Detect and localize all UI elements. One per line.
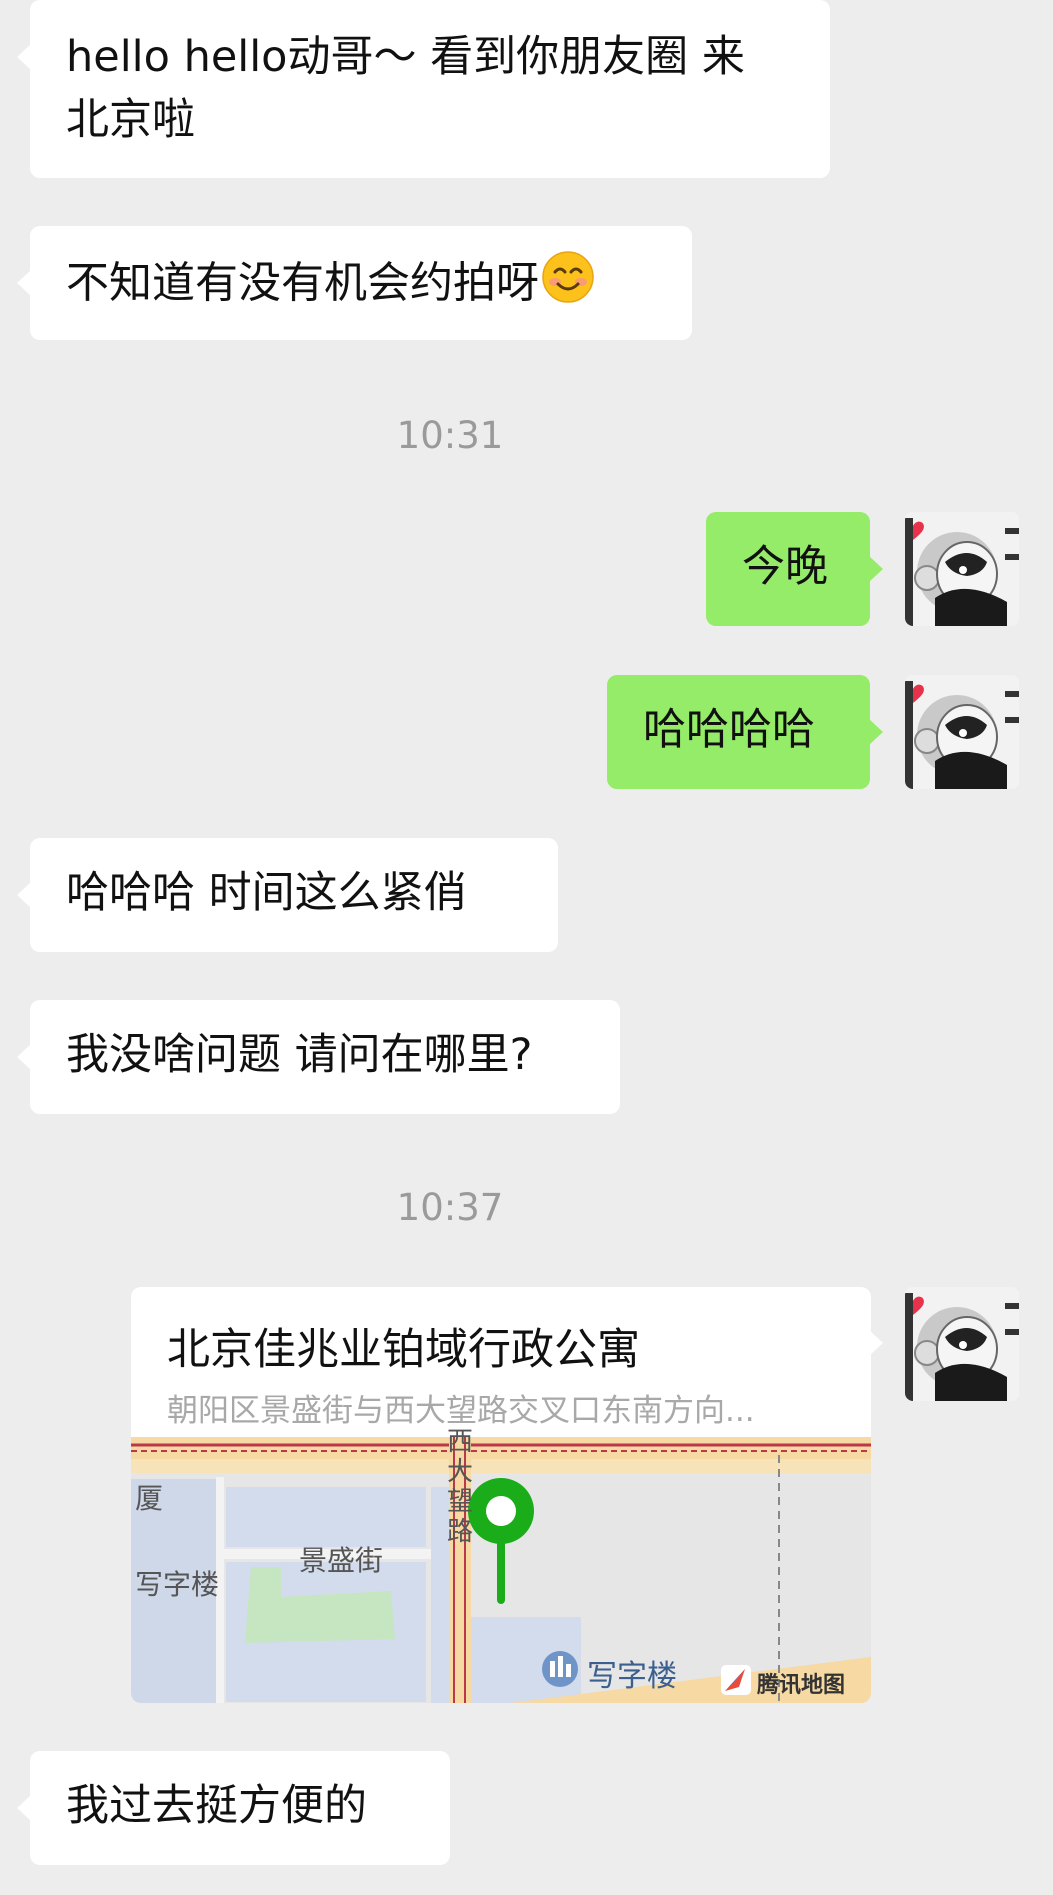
tencent-map-logo-icon bbox=[721, 1665, 751, 1695]
message-text: 哈哈哈哈 bbox=[643, 705, 815, 755]
message-text: 哈哈哈 时间这么紧俏 bbox=[66, 868, 467, 918]
timestamp: 10:31 bbox=[396, 414, 504, 457]
location-title: 北京佳兆业铂域行政公寓 bbox=[167, 1325, 640, 1375]
smiling-face-icon bbox=[541, 250, 595, 322]
location-card[interactable]: 北京佳兆业铂域行政公寓 朝阳区景盛街与西大望路交叉口东南方向... 西 大 望 … bbox=[131, 1287, 871, 1703]
building-icon bbox=[542, 1651, 578, 1687]
message-bubble-incoming[interactable]: hello hello动哥～ 看到你朋友圈 来 北京啦 bbox=[17, 0, 830, 178]
timestamp: 10:37 bbox=[396, 1186, 504, 1229]
avatar[interactable] bbox=[905, 1287, 1019, 1401]
map-preview[interactable]: 西 大 望 路 景盛街 厦 写字楼 写字楼 腾讯地图 bbox=[131, 1427, 871, 1703]
map-label-road: 西 大 望 路 bbox=[447, 1427, 474, 1547]
avatar[interactable] bbox=[905, 675, 1019, 789]
message-bubble-outgoing[interactable]: 哈哈哈哈 bbox=[607, 675, 883, 789]
location-address: 朝阳区景盛街与西大望路交叉口东南方向... bbox=[167, 1393, 755, 1429]
avatar[interactable] bbox=[905, 512, 1019, 626]
message-text: 不知道有没有机会约拍呀 bbox=[66, 258, 539, 309]
message-bubble-incoming[interactable]: 我没啥问题 请问在哪里? bbox=[17, 1000, 620, 1114]
message-bubble-outgoing[interactable]: 今晚 bbox=[706, 512, 883, 626]
map-label-poi: 写字楼 bbox=[587, 1659, 677, 1694]
message-bubble-incoming[interactable]: 我过去挺方便的 bbox=[17, 1751, 450, 1865]
map-label: 写字楼 bbox=[135, 1568, 220, 1601]
message-text: hello hello动哥～ 看到你朋友圈 来 bbox=[66, 32, 745, 82]
map-brand-label: 腾讯地图 bbox=[757, 1673, 846, 1698]
map-label: 厦 bbox=[135, 1482, 164, 1515]
message-text: 北京啦 bbox=[66, 95, 195, 145]
location-card-tail bbox=[869, 1330, 883, 1356]
message-text: 我没啥问题 请问在哪里? bbox=[66, 1030, 533, 1080]
message-text: 我过去挺方便的 bbox=[66, 1781, 367, 1831]
message-bubble-incoming[interactable]: 不知道有没有机会约拍呀 bbox=[17, 226, 692, 340]
message-bubble-incoming[interactable]: 哈哈哈 时间这么紧俏 bbox=[17, 838, 558, 952]
map-label-street: 景盛街 bbox=[299, 1544, 384, 1577]
message-text: 今晚 bbox=[742, 542, 828, 592]
